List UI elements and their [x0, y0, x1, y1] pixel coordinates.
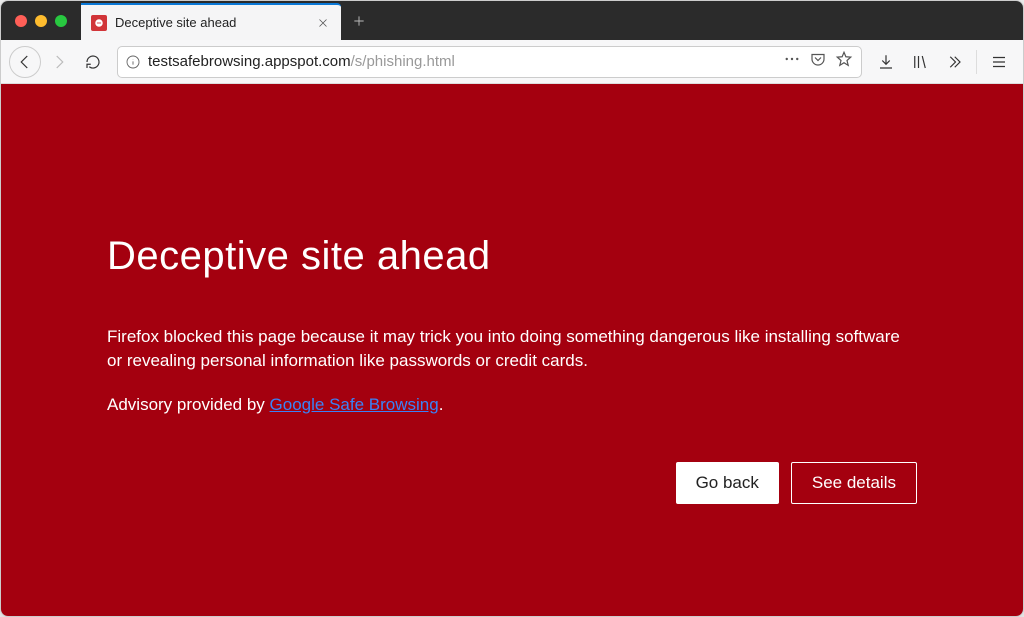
url-host: testsafebrowsing.appspot.com	[148, 53, 351, 70]
separator	[976, 50, 977, 74]
warning-favicon-icon	[91, 15, 107, 31]
url-text[interactable]: testsafebrowsing.appspot.com/s/phishing.…	[148, 53, 777, 70]
bookmark-star-icon[interactable]	[835, 50, 853, 73]
address-bar[interactable]: testsafebrowsing.appspot.com/s/phishing.…	[117, 46, 862, 78]
tab-title: Deceptive site ahead	[115, 15, 307, 30]
go-back-button[interactable]: Go back	[676, 462, 779, 504]
close-tab-button[interactable]	[315, 15, 331, 31]
site-info-icon[interactable]	[124, 53, 142, 71]
close-window-button[interactable]	[15, 15, 27, 27]
warning-container: Deceptive site ahead Firefox blocked thi…	[107, 144, 917, 504]
pocket-icon[interactable]	[809, 50, 827, 73]
tab-strip: Deceptive site ahead	[1, 1, 1023, 40]
see-details-button[interactable]: See details	[791, 462, 917, 504]
advisory-link[interactable]: Google Safe Browsing	[270, 395, 439, 414]
page-action-icons	[783, 50, 855, 73]
navigation-toolbar: testsafebrowsing.appspot.com/s/phishing.…	[1, 40, 1023, 84]
forward-button[interactable]	[43, 46, 75, 78]
reload-button[interactable]	[77, 46, 109, 78]
warning-heading: Deceptive site ahead	[107, 234, 917, 279]
toolbar-right	[870, 46, 1015, 78]
page-content: Deceptive site ahead Firefox blocked thi…	[1, 84, 1023, 616]
advisory-prefix: Advisory provided by	[107, 395, 270, 414]
back-button[interactable]	[9, 46, 41, 78]
window-controls	[1, 1, 81, 40]
button-row: Go back See details	[107, 462, 917, 504]
browser-tab[interactable]: Deceptive site ahead	[81, 3, 341, 40]
downloads-button[interactable]	[870, 46, 902, 78]
advisory-suffix: .	[439, 395, 444, 414]
new-tab-button[interactable]	[341, 1, 377, 40]
minimize-window-button[interactable]	[35, 15, 47, 27]
browser-window: Deceptive site ahead testsafebrowsing.ap…	[0, 0, 1024, 617]
maximize-window-button[interactable]	[55, 15, 67, 27]
advisory-line: Advisory provided by Google Safe Browsin…	[107, 393, 917, 417]
warning-body: Firefox blocked this page because it may…	[107, 325, 917, 373]
page-actions-icon[interactable]	[783, 50, 801, 73]
overflow-button[interactable]	[938, 46, 970, 78]
library-button[interactable]	[904, 46, 936, 78]
menu-button[interactable]	[983, 46, 1015, 78]
url-path: /s/phishing.html	[351, 53, 455, 70]
